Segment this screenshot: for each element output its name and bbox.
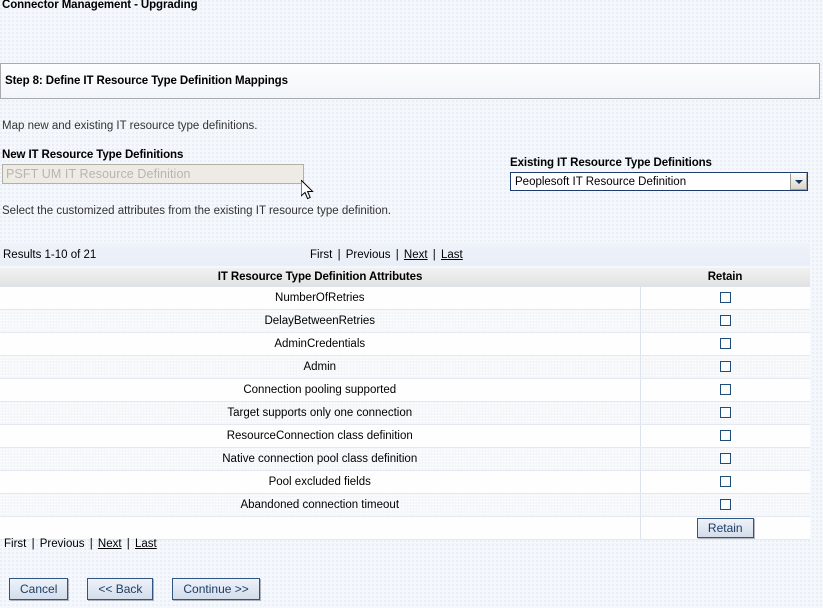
existing-definition-selected-value: Peoplesoft IT Resource Definition: [515, 175, 687, 188]
table-row: Pool excluded fields: [0, 470, 810, 494]
attribute-name-cell: Native connection pool class definition: [0, 447, 641, 471]
pager-bottom-first-disabled: First: [4, 538, 27, 550]
retain-cell: [640, 401, 810, 425]
table-row: Target supports only one connection: [0, 401, 810, 425]
results-strip: Results 1-10 of 21 First | Previous | Ne…: [0, 243, 810, 266]
retain-checkbox[interactable]: [719, 499, 731, 511]
attribute-name-cell: DelayBetweenRetries: [0, 309, 641, 333]
pager-bottom-last-link[interactable]: Last: [135, 538, 157, 550]
new-definition-group: New IT Resource Type Definitions PSFT UM…: [2, 149, 312, 184]
attribute-name-cell: AdminCredentials: [0, 332, 641, 356]
retain-checkbox[interactable]: [719, 407, 731, 419]
existing-definition-group: Existing IT Resource Type Definitions Pe…: [510, 157, 810, 191]
pager-first-disabled: First: [310, 248, 333, 261]
retain-cell: [640, 355, 810, 379]
table-row: NumberOfRetries: [0, 286, 810, 310]
retain-cell: [640, 286, 810, 310]
retain-cell: [640, 309, 810, 333]
new-definition-field: PSFT UM IT Resource Definition: [2, 164, 304, 184]
continue-button[interactable]: Continue >>: [172, 578, 260, 600]
table-row: Abandoned connection timeout: [0, 493, 810, 517]
pager-next-link[interactable]: Next: [404, 249, 428, 261]
column-header-attributes: IT Resource Type Definition Attributes: [0, 268, 640, 287]
pager-bottom-previous-disabled: Previous: [39, 538, 85, 550]
pager-bottom-next-link[interactable]: Next: [98, 538, 122, 550]
retain-cell: [640, 378, 810, 402]
retain-checkbox[interactable]: [719, 315, 731, 327]
pager-separator: |: [89, 538, 93, 550]
retain-button[interactable]: Retain: [696, 518, 754, 538]
pager-top: First | Previous | Next | Last: [310, 249, 463, 261]
existing-definition-select[interactable]: Peoplesoft IT Resource Definition: [510, 172, 808, 191]
table-row: ResourceConnection class definition: [0, 424, 810, 448]
table-row: AdminCredentials: [0, 332, 810, 356]
column-header-retain: Retain: [640, 268, 810, 287]
attribute-selection-note: Select the customized attributes from th…: [2, 205, 392, 217]
pager-separator: |: [432, 248, 436, 261]
pager-separator: |: [337, 248, 341, 261]
retain-checkbox[interactable]: [719, 292, 731, 304]
retain-cell: [640, 493, 810, 517]
table-footer-row: Retain: [0, 516, 810, 540]
retain-cell: [640, 332, 810, 356]
table-row: Admin: [0, 355, 810, 379]
pager-previous-disabled: Previous: [345, 248, 391, 261]
new-definition-label: New IT Resource Type Definitions: [2, 149, 184, 161]
intro-instruction: Map new and existing IT resource type de…: [2, 120, 258, 132]
retain-checkbox[interactable]: [719, 384, 731, 396]
table-row: DelayBetweenRetries: [0, 309, 810, 333]
retain-checkbox[interactable]: [719, 453, 731, 465]
attribute-name-cell: ResourceConnection class definition: [0, 424, 641, 448]
retain-cell: [640, 424, 810, 448]
retain-checkbox[interactable]: [719, 361, 731, 373]
attribute-name-cell: Pool excluded fields: [0, 470, 641, 494]
pager-separator: |: [126, 538, 130, 550]
footer-retain-cell: Retain: [640, 516, 810, 540]
footer-spacer-cell: [0, 516, 641, 540]
retain-checkbox[interactable]: [719, 338, 731, 350]
step-title: Step 8: Define IT Resource Type Definiti…: [5, 75, 288, 87]
pager-separator: |: [395, 248, 399, 261]
existing-definition-label: Existing IT Resource Type Definitions: [510, 157, 712, 169]
retain-cell: [640, 470, 810, 494]
table-row: Native connection pool class definition: [0, 447, 810, 471]
chevron-down-icon[interactable]: [790, 173, 807, 190]
attribute-name-cell: Connection pooling supported: [0, 378, 641, 402]
pager-bottom: First | Previous | Next | Last: [4, 538, 157, 550]
back-button[interactable]: << Back: [87, 578, 154, 600]
attribute-name-cell: Admin: [0, 355, 641, 379]
results-count: Results 1-10 of 21: [3, 248, 97, 261]
window-title: Connector Management - Upgrading: [2, 0, 198, 11]
attribute-name-cell: NumberOfRetries: [0, 286, 641, 310]
attribute-name-cell: Abandoned connection timeout: [0, 493, 641, 517]
wizard-button-row: Cancel << Back Continue >>: [9, 578, 260, 600]
step-header-bar: Step 8: Define IT Resource Type Definiti…: [0, 63, 820, 99]
retain-checkbox[interactable]: [719, 430, 731, 442]
attributes-table-body: NumberOfRetries DelayBetweenRetries AdminC…: [0, 286, 810, 517]
table-row: Connection pooling supported: [0, 378, 810, 402]
table-header-row: IT Resource Type Definition Attributes R…: [0, 268, 810, 287]
retain-cell: [640, 447, 810, 471]
attributes-table: IT Resource Type Definition Attributes R…: [0, 268, 810, 540]
pager-last-link[interactable]: Last: [441, 249, 463, 261]
retain-checkbox[interactable]: [719, 476, 731, 488]
attribute-name-cell: Target supports only one connection: [0, 401, 641, 425]
pager-separator: |: [31, 538, 35, 550]
cancel-button[interactable]: Cancel: [9, 578, 69, 600]
